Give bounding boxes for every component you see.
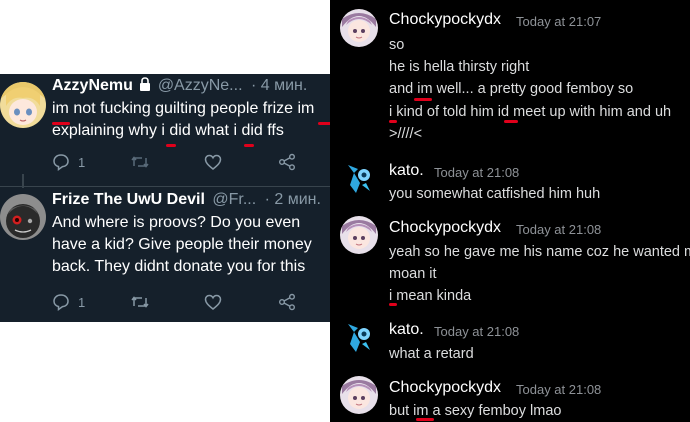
reply-button[interactable]: 1 [52,152,85,172]
message-text: and im well... a pretty good femboy so [389,81,634,97]
reply-count: 1 [78,294,86,310]
message-text: but im a sexy femboy lmao [389,403,562,419]
message-author[interactable]: Chockypockydx [389,219,501,237]
tweet-line: im not fucking guilting people frize im [52,100,315,117]
tweet-header: Frize The UwU Devil @Fr... · 2 мин. [52,191,321,209]
discord-chat-panel: Chockypockydx Today at 21:07 so he is he… [330,0,690,422]
reply-icon [52,293,70,311]
avatar[interactable] [340,159,378,197]
message-text: moan it [389,266,437,282]
message-text: you somewhat catfished him huh [389,186,601,202]
message-text: he is hella thirsty right [389,59,530,75]
avatar[interactable] [0,82,46,128]
divider [0,186,346,187]
message-text: so [389,37,405,53]
like-button[interactable] [204,292,230,312]
message-timestamp: Today at 21:08 [516,222,602,237]
tweet-header: AzzyNemu @AzzyNe... · 4 мин. [52,77,307,96]
reply-icon [52,153,70,171]
avatar[interactable] [340,216,378,254]
tweet-actions: 1 [52,292,342,312]
red-underline-annotation [414,98,432,101]
tweet-text: im not fucking guilting people frize im … [52,98,344,142]
handle[interactable]: @Fr... [212,191,256,208]
avatar[interactable] [340,9,378,47]
retweet-button[interactable] [130,292,158,312]
display-name[interactable]: AzzyNemu [52,77,133,94]
like-button[interactable] [204,152,230,172]
share-button[interactable] [278,292,296,312]
tweet-time[interactable]: · 2 мин. [265,191,321,208]
message-author[interactable]: Chockypockydx [389,11,501,29]
message-text: i mean kinda [389,288,472,304]
heart-icon [204,153,222,171]
avatar[interactable] [340,318,378,356]
heart-icon [204,293,222,311]
tweet-time[interactable]: · 4 мин. [251,77,307,94]
red-underline-annotation [504,120,518,123]
reply-button[interactable]: 1 [52,292,85,312]
avatar[interactable] [340,376,378,414]
avatar[interactable] [0,194,46,240]
message-timestamp: Today at 21:08 [516,382,602,397]
red-underline-annotation [389,303,397,306]
display-name[interactable]: Frize The UwU Devil [52,191,205,208]
message-author[interactable]: kato. [389,321,424,339]
red-underline-annotation [389,120,397,123]
tweet-line: back. They didnt donate you for this [52,258,306,275]
message-text: >////< [389,126,423,142]
red-underline-annotation [166,144,176,147]
share-icon [278,293,296,311]
lock-icon [139,77,151,96]
tweet-line: have a kid? Give people their money [52,236,312,253]
message-timestamp: Today at 21:07 [516,14,602,29]
reply-count: 1 [78,154,86,170]
message-text: yeah so he gave me his name coz he wante… [389,244,690,260]
share-icon [278,153,296,171]
retweet-icon [130,153,150,171]
message-timestamp: Today at 21:08 [434,324,520,339]
message-text: what a retard [389,346,474,362]
message-timestamp: Today at 21:08 [434,165,520,180]
twitter-thread-panel: AzzyNemu @AzzyNe... · 4 мин. im not fuck… [0,74,346,322]
message-author[interactable]: Chockypockydx [389,379,501,397]
red-underline-annotation [52,122,70,125]
tweet-text: And where is proovs? Do you even have a … [52,212,344,278]
share-button[interactable] [278,152,296,172]
retweet-button[interactable] [130,152,158,172]
tweet-actions: 1 [52,152,342,172]
message-text: i kind of told him id meet up with him a… [389,104,672,120]
tweet-line: And where is proovs? Do you even [52,214,301,231]
red-underline-annotation [416,418,434,421]
handle[interactable]: @AzzyNe... [158,77,243,94]
red-underline-annotation [244,144,254,147]
tweet-line: explaining why i did what i did ffs [52,122,284,139]
message-author[interactable]: kato. [389,162,424,180]
retweet-icon [130,293,150,311]
